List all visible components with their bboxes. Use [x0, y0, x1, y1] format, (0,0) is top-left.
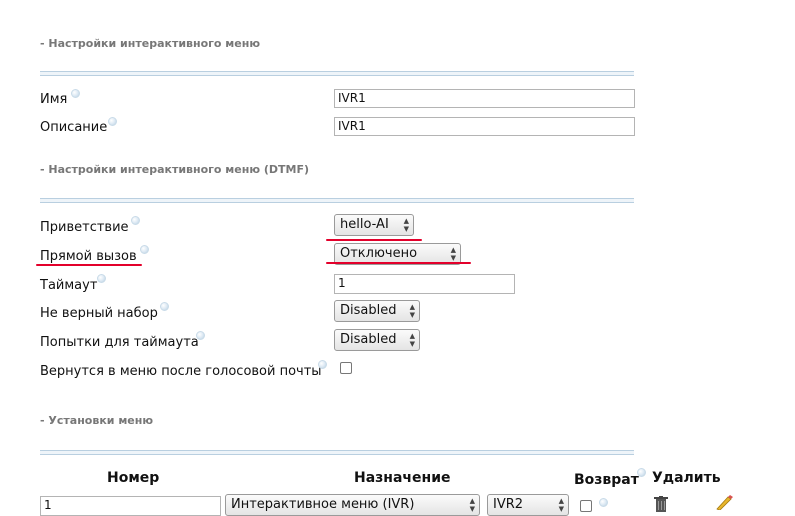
return-after-voicemail-checkbox[interactable] [340, 362, 352, 374]
column-header-return: Возврат [574, 472, 639, 488]
direct-dial-select-value: Отключено [340, 246, 418, 261]
section-divider [40, 450, 634, 455]
direct-dial-label: Прямой вызов [40, 249, 137, 264]
help-icon[interactable] [108, 117, 117, 126]
section-divider [40, 198, 634, 203]
help-icon[interactable] [599, 498, 608, 507]
return-after-voicemail-label: Вернутся в меню после голосовой почты [40, 364, 322, 379]
timeout-attempts-select-value: Disabled [340, 332, 397, 347]
greeting-select-value: hello-AI [340, 217, 389, 232]
annotation-underline [36, 264, 142, 266]
row-destination-type-select[interactable]: Интерактивное меню (IVR) ▲ ▼ [225, 494, 480, 516]
column-header-destination: Назначение [354, 470, 451, 486]
select-arrows-icon: ▲ ▼ [409, 332, 415, 348]
invalid-input-select[interactable]: Disabled ▲ ▼ [334, 300, 420, 322]
annotation-underline [326, 239, 422, 241]
help-icon[interactable] [318, 360, 327, 369]
timeout-label: Таймаут [40, 278, 98, 293]
select-arrows-icon: ▲ ▼ [403, 217, 409, 233]
timeout-attempts-select[interactable]: Disabled ▲ ▼ [334, 329, 420, 351]
help-icon[interactable] [131, 216, 140, 225]
section-title-ivr-settings: - Настройки интерактивного меню [40, 37, 261, 50]
help-icon[interactable] [196, 331, 205, 340]
description-label: Описание [40, 120, 108, 135]
help-icon[interactable] [97, 274, 106, 283]
help-icon[interactable] [160, 302, 169, 311]
select-arrows-icon: ▲ ▼ [558, 497, 564, 513]
section-divider [40, 71, 634, 76]
name-input[interactable]: IVR1 [334, 89, 635, 108]
greeting-select[interactable]: hello-AI ▲ ▼ [334, 214, 414, 236]
row-return-checkbox[interactable] [580, 500, 592, 512]
select-arrows-icon: ▲ ▼ [409, 303, 415, 319]
select-arrows-icon: ▲ ▼ [469, 497, 475, 513]
description-input[interactable]: IVR1 [334, 117, 635, 136]
row-number-input[interactable]: 1 [40, 496, 221, 516]
help-icon[interactable] [637, 468, 646, 477]
name-label: Имя [40, 92, 68, 107]
timeout-attempts-label: Попытки для таймаута [40, 335, 199, 350]
column-header-number: Номер [107, 470, 160, 486]
column-header-delete: Удалить [652, 470, 721, 486]
section-title-menu-settings: - Установки меню [40, 414, 154, 427]
invalid-input-select-value: Disabled [340, 303, 397, 318]
section-title-dtmf-settings: - Настройки интерактивного меню (DTMF) [40, 163, 310, 176]
annotation-underline [326, 262, 471, 264]
help-icon[interactable] [71, 89, 80, 98]
help-icon[interactable] [140, 245, 149, 254]
select-arrows-icon: ▲ ▼ [450, 246, 456, 262]
row-destination-value-select[interactable]: IVR2 ▲ ▼ [487, 494, 569, 516]
pencil-icon[interactable] [716, 495, 734, 510]
timeout-input[interactable]: 1 [334, 274, 515, 294]
greeting-label: Приветствие [40, 220, 129, 235]
invalid-input-label: Не верный набор [40, 306, 158, 321]
